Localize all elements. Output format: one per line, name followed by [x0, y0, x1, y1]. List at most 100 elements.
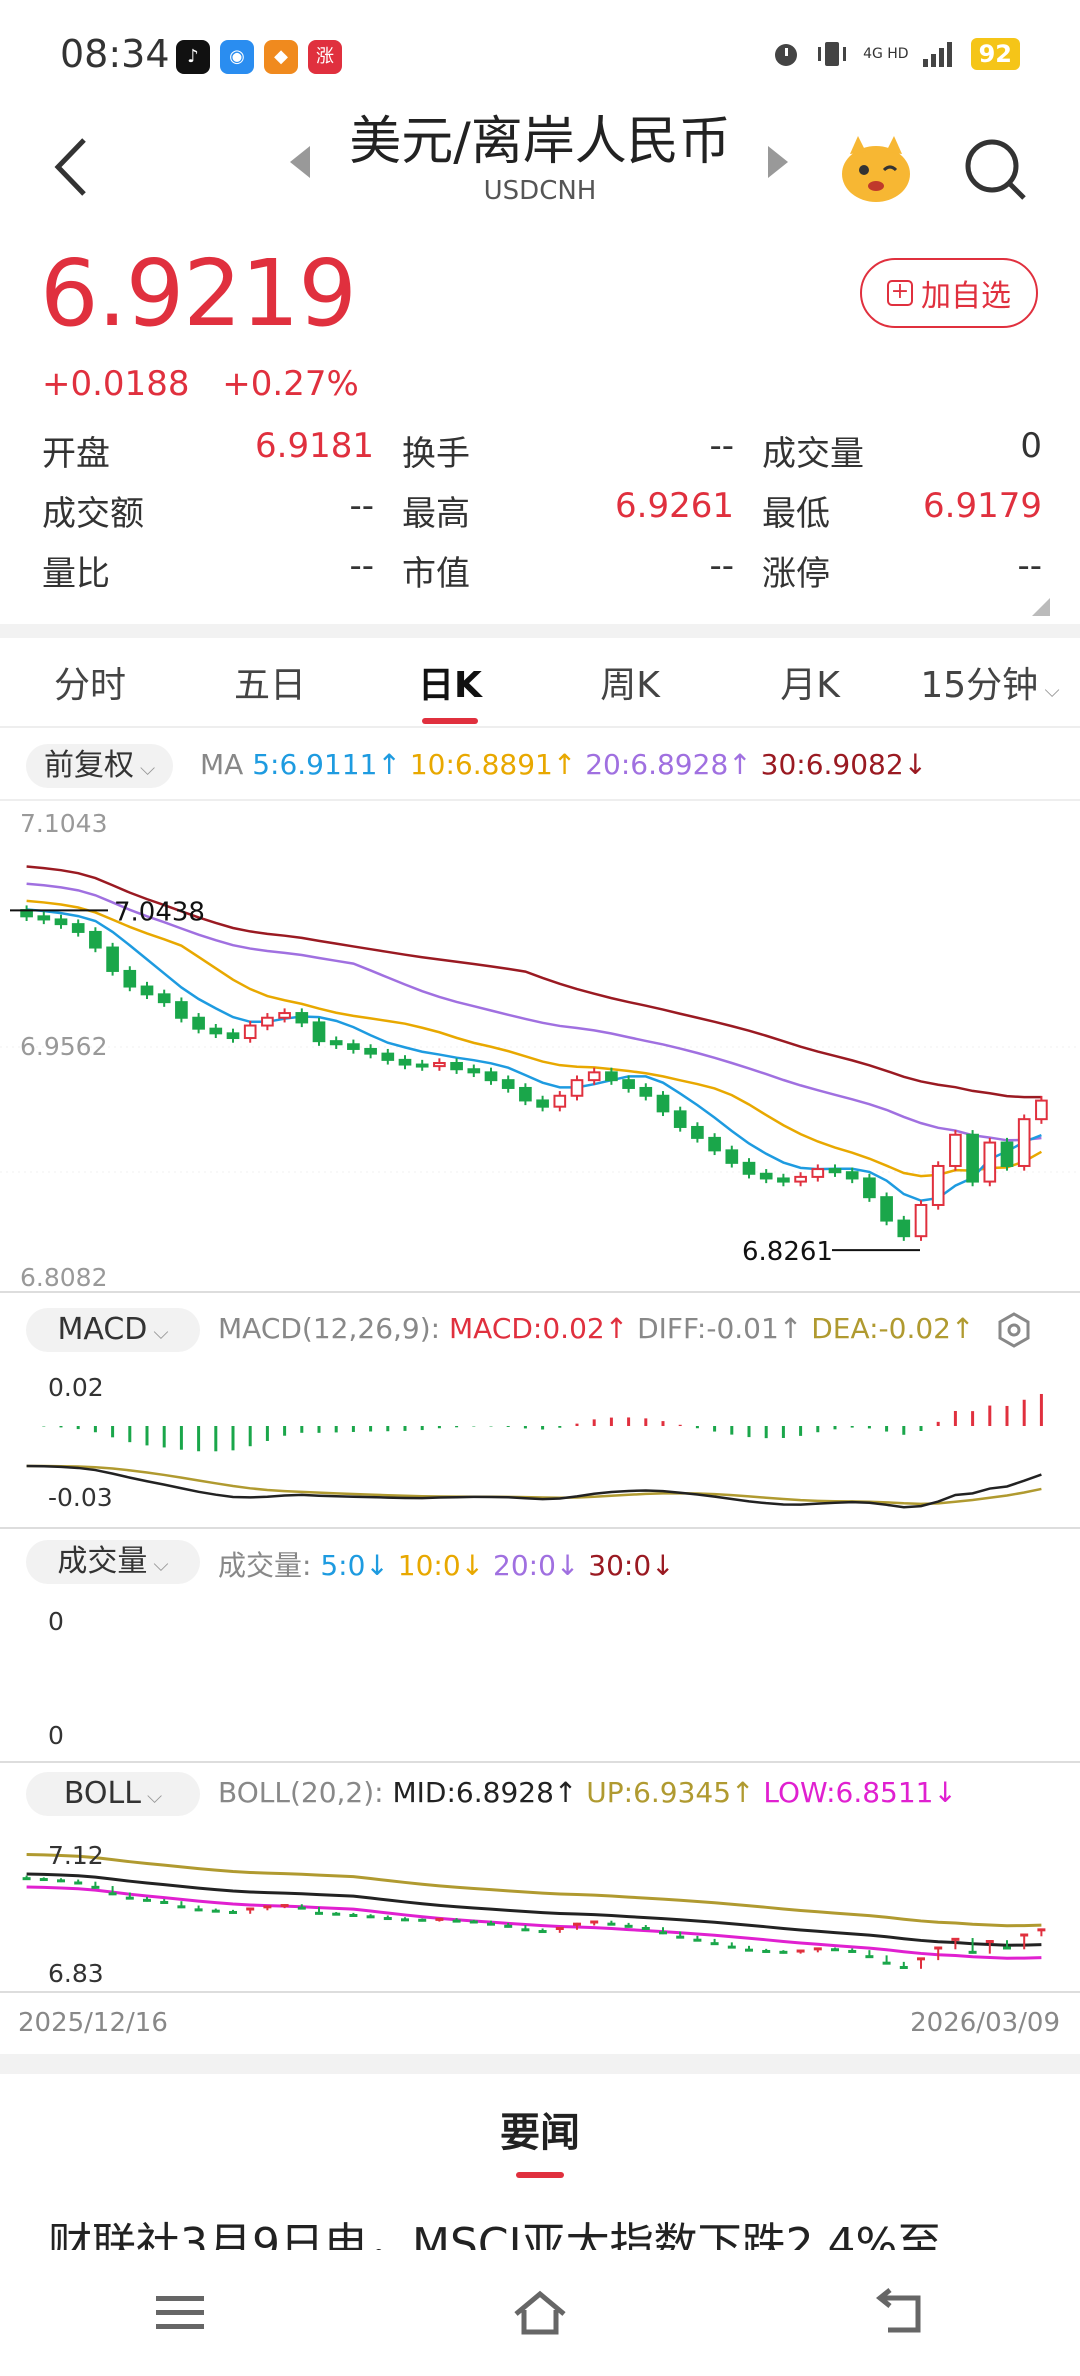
adjust-label: 前复权 [44, 748, 134, 783]
candle [845, 1171, 859, 1180]
status-time: 08:34 [60, 32, 170, 76]
title-block: 美元/离岸人民币 USDCNH [300, 110, 780, 206]
section-divider [0, 2054, 1080, 2074]
candle [983, 1141, 997, 1183]
add-watchlist-label: 加自选 [921, 279, 1011, 314]
stock-app-icon: 涨 [308, 40, 342, 74]
candle [708, 1136, 721, 1152]
page-title: 美元/离岸人民币 [349, 112, 731, 172]
ma5-value: 5:6.9111↑ [252, 748, 401, 781]
tab-daily-k[interactable]: 日K [360, 648, 540, 724]
ma-label: MA [200, 748, 244, 781]
volume-dropdown[interactable]: 成交量 ⌵ [26, 1540, 200, 1584]
y-tick-label: 7.1043 [20, 809, 107, 838]
news-tab[interactable]: 要闻 [0, 2100, 1080, 2178]
tab-weekly-k[interactable]: 周K [540, 648, 720, 724]
y-tick-label: 6.8082 [20, 1263, 107, 1292]
vibrate-icon [818, 42, 847, 66]
game-app-icon: ◆ [264, 40, 298, 74]
add-watchlist-button[interactable]: + 加自选 [860, 258, 1038, 328]
expand-corner-icon[interactable] [1030, 596, 1050, 616]
boll-legend: BOLL(20,2): MID:6.8928↑ UP:6.9345↑ LOW:6… [218, 1776, 957, 1809]
macd-legend: MACD(12,26,9): MACD:0.02↑ DIFF:-0.01↑ DE… [218, 1312, 974, 1345]
mascot-icon[interactable] [836, 128, 916, 208]
battery-indicator: 92 [970, 38, 1020, 70]
candle [605, 1071, 618, 1082]
home-icon[interactable] [510, 2288, 570, 2338]
system-nav-bar [0, 2250, 1080, 2376]
candle [622, 1079, 635, 1089]
candle [1000, 1141, 1014, 1167]
candle [656, 1094, 670, 1113]
price-change: +0.0188 +0.27% [42, 364, 381, 404]
dea-value: DEA:-0.02↑ [811, 1312, 975, 1345]
candle [536, 1099, 549, 1108]
back-nav-icon[interactable] [870, 2288, 930, 2338]
candle [192, 1016, 205, 1030]
chevron-down-icon: ⌵ [140, 756, 156, 780]
candle [37, 915, 51, 921]
candle [553, 1094, 567, 1108]
chevron-down-icon: ⌵ [153, 1320, 169, 1344]
macd-chip-label: MACD [57, 1312, 148, 1347]
volume-legend: 成交量: 5:0↓ 10:0↓ 20:0↓ 30:0↓ [218, 1544, 675, 1584]
high-marker-label: 7.0438 [114, 897, 205, 927]
vol5-value: 5:0↓ [320, 1549, 389, 1582]
candle [54, 918, 68, 926]
volume-chip-label: 成交量 [57, 1544, 148, 1579]
status-app-icons: ♪ ◉ ◆ 涨 [176, 40, 342, 74]
status-bar: 08:34 ♪ ◉ ◆ 涨 4G HD 92 [0, 0, 1080, 110]
candle [931, 1164, 945, 1206]
volume-label: 成交量: [218, 1549, 312, 1582]
tabs-divider [0, 726, 1080, 728]
candle [949, 1133, 962, 1167]
boll-dropdown[interactable]: BOLL ⌵ [26, 1772, 200, 1816]
kline-chart[interactable]: 7.1043 6.9562 6.8082 7.0438 6.8261 [0, 798, 1080, 1294]
macd-top-label: 0.02 [48, 1373, 104, 1402]
boll-low-value: LOW:6.8511↓ [763, 1776, 957, 1809]
boll-up-value: UP:6.9345↑ [586, 1776, 755, 1809]
stat-low: 最低 6.9179 [762, 485, 1042, 534]
boll-chart[interactable]: 7.12 6.83 [0, 1824, 1080, 1994]
low-marker-label: 6.8261 [742, 1237, 833, 1267]
candle [587, 1071, 601, 1082]
back-icon[interactable] [44, 132, 104, 202]
boll-chip-label: BOLL [63, 1776, 141, 1811]
candle [742, 1161, 756, 1175]
settings-icon[interactable] [996, 1312, 1032, 1348]
stat-volume-ratio: 量比 -- [42, 545, 374, 594]
candle [140, 985, 154, 996]
macd-chart[interactable]: 0.02 -0.03 [0, 1362, 1080, 1530]
candle [673, 1110, 687, 1128]
candle [226, 1032, 240, 1040]
candle [777, 1177, 790, 1183]
next-symbol-arrow-icon[interactable] [768, 146, 788, 178]
candle [501, 1079, 515, 1089]
ma5-line [26, 908, 1042, 1202]
volume-chart[interactable]: 00 [0, 1594, 1080, 1764]
menu-icon[interactable] [150, 2288, 210, 2338]
macd-dropdown[interactable]: MACD ⌵ [26, 1308, 200, 1352]
candle [450, 1061, 463, 1071]
current-price: 6.9219 [40, 240, 357, 347]
vol30-value: 30:0↓ [588, 1549, 675, 1582]
chevron-down-icon: ⌵ [153, 1552, 169, 1576]
candle [261, 1016, 274, 1027]
candle [639, 1086, 653, 1097]
tab-intraday[interactable]: 分时 [0, 648, 180, 724]
tab-monthly-k[interactable]: 月K [720, 648, 900, 724]
chevron-down-icon: ⌵ [1038, 678, 1060, 702]
tab-15min[interactable]: 15分钟 ⌵ [900, 648, 1080, 724]
candle [71, 923, 85, 933]
candle [123, 969, 137, 988]
boll-low-line [26, 1885, 1042, 1960]
tab-five-day[interactable]: 五日 [180, 648, 360, 724]
search-icon[interactable] [960, 134, 1030, 204]
douyin-app-icon: ♪ [176, 40, 210, 74]
volume-bottom-label: 0 [48, 1721, 64, 1750]
boll-bottom-label: 6.83 [48, 1959, 104, 1988]
adjust-dropdown[interactable]: 前复权 ⌵ [26, 744, 174, 788]
ma10-line [26, 899, 1043, 1178]
candle [863, 1177, 876, 1199]
stat-open: 开盘 6.9181 [42, 425, 374, 474]
